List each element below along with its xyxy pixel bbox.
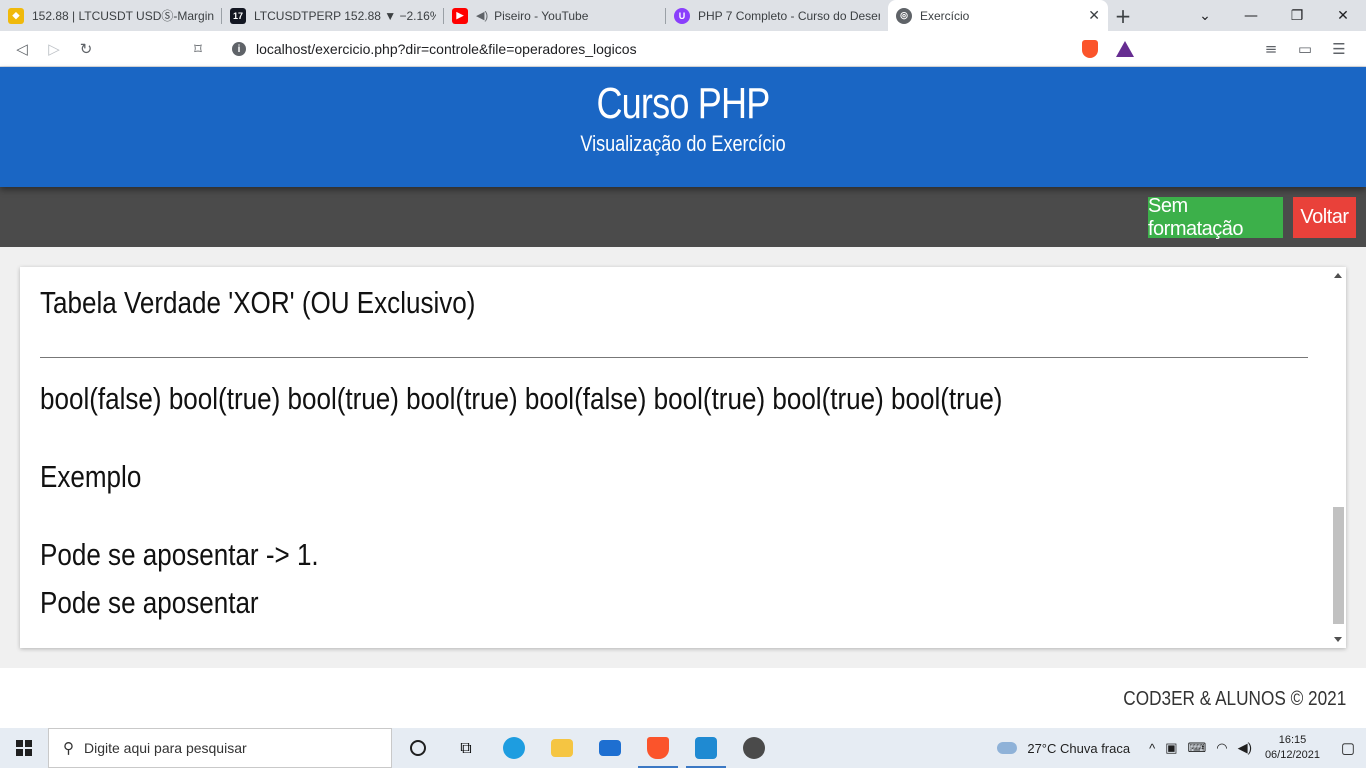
file-explorer-icon[interactable] <box>538 728 586 768</box>
tradingview-icon: 17 <box>230 7 246 24</box>
edge-icon[interactable] <box>490 728 538 768</box>
browser-toolbar: ◁ ▷ ↻ ⌑ i localhost/exercicio.php?dir=co… <box>0 31 1366 67</box>
taskbar-search[interactable]: ⚲ Digite aqui para pesquisar <box>48 728 392 768</box>
system-tray: 27°C Chuva fraca ^ ▣ ⌨ ◠ ◀) 16:15 06/12/… <box>997 728 1366 768</box>
exercise-output-card: Tabela Verdade 'XOR' (OU Exclusivo) bool… <box>20 267 1346 648</box>
scrollbar[interactable] <box>1329 267 1346 648</box>
browser-tab[interactable]: 17 LTCUSDTPERP 152.88 ▼ −2.16% Se <box>222 0 444 31</box>
globe-icon: ◎ <box>896 7 912 24</box>
chevron-up-icon[interactable]: ^ <box>1149 741 1155 756</box>
brave-taskbar-icon[interactable] <box>634 728 682 768</box>
footer-copyright: COD3ER & ALUNOS © 2021 <box>1123 688 1346 710</box>
task-view-icon[interactable]: ⧉ <box>442 728 490 768</box>
wallet-icon[interactable]: ▭ <box>1288 40 1322 58</box>
action-bar: Sem formatação Voltar <box>0 187 1366 247</box>
site-footer: COD3ER & ALUNOS © 2021 <box>0 668 1366 728</box>
search-icon: ⚲ <box>63 740 74 757</box>
tab-search-icon[interactable]: ⌄ <box>1182 8 1228 24</box>
binance-icon: ◆ <box>8 7 24 24</box>
close-window-icon[interactable]: ✕ <box>1320 8 1366 24</box>
example-label: Exemplo <box>40 459 142 494</box>
windows-logo-icon <box>16 740 32 756</box>
browser-tabstrip: ◆ 152.88 | LTCUSDT USDⓈ-Margined 17 LTCU… <box>0 0 1366 31</box>
scroll-up-arrow-icon[interactable] <box>1334 273 1342 278</box>
scroll-down-arrow-icon[interactable] <box>1334 637 1342 642</box>
brave-rewards-icon[interactable] <box>1116 41 1134 57</box>
rain-cloud-icon <box>997 742 1018 754</box>
tab-title: PHP 7 Completo - Curso do Desen <box>698 8 880 23</box>
menu-icon[interactable]: ☰ <box>1322 40 1356 58</box>
minimize-icon[interactable]: — <box>1228 8 1274 24</box>
weather-widget[interactable]: 27°C Chuva fraca <box>997 741 1130 756</box>
notifications-icon[interactable]: ▢ <box>1330 739 1366 757</box>
toolbar-right: ≡ ▭ ☰ <box>1254 31 1356 67</box>
audio-playing-icon[interactable]: ◀) <box>476 9 488 22</box>
meet-now-icon[interactable]: ▣ <box>1165 740 1177 756</box>
clock-time: 16:15 <box>1278 734 1307 746</box>
site-header: Curso PHP Visualização do Exercício <box>0 67 1366 187</box>
divider <box>40 357 1308 358</box>
page-subtitle: Visualização do Exercício <box>580 131 786 156</box>
keyboard-language-icon[interactable]: ⌨ <box>1188 740 1207 756</box>
volume-icon[interactable]: ◀) <box>1238 740 1252 756</box>
main-area: Tabela Verdade 'XOR' (OU Exclusivo) bool… <box>0 247 1366 668</box>
browser-tab[interactable]: U PHP 7 Completo - Curso do Desen <box>666 0 888 31</box>
reload-icon[interactable]: ↻ <box>70 40 102 58</box>
scrollbar-thumb[interactable] <box>1333 507 1344 624</box>
network-icon[interactable]: ◠ <box>1216 740 1227 756</box>
playlist-icon[interactable]: ≡ <box>1254 40 1288 58</box>
url-text[interactable]: localhost/exercicio.php?dir=controle&fil… <box>256 41 1082 57</box>
weather-text: 27°C Chuva fraca <box>1027 740 1131 756</box>
result-line: Pode se aposentar <box>40 585 259 620</box>
back-icon[interactable]: ◁ <box>6 40 38 58</box>
browser-tab[interactable]: ◆ 152.88 | LTCUSDT USDⓈ-Margined <box>0 0 222 31</box>
windows-taskbar: ⚲ Digite aqui para pesquisar ⧉ 27°C Chuv… <box>0 728 1366 768</box>
browser-tab-active[interactable]: ◎ Exercício ✕ <box>888 0 1108 31</box>
close-tab-icon[interactable]: ✕ <box>1088 7 1100 24</box>
taskbar-clock[interactable]: 16:15 06/12/2021 <box>1265 733 1320 763</box>
address-bar[interactable]: i localhost/exercicio.php?dir=controle&f… <box>220 35 1144 63</box>
output-line: bool(false) bool(true) bool(true) bool(t… <box>40 381 1003 416</box>
cortana-icon[interactable] <box>394 728 442 768</box>
exercise-heading: Tabela Verdade 'XOR' (OU Exclusivo) <box>40 285 476 320</box>
back-button[interactable]: Voltar <box>1293 197 1356 238</box>
github-desktop-icon[interactable] <box>730 728 778 768</box>
brave-shields-icon[interactable] <box>1082 40 1098 58</box>
vscode-icon[interactable] <box>682 728 730 768</box>
mail-icon[interactable] <box>586 728 634 768</box>
tab-title: Piseiro - YouTube <box>494 8 589 23</box>
forward-icon[interactable]: ▷ <box>38 40 70 58</box>
bookmark-icon[interactable]: ⌑ <box>182 40 214 58</box>
udemy-icon: U <box>674 7 690 24</box>
browser-tab[interactable]: ▶ ◀) Piseiro - YouTube <box>444 0 666 31</box>
window-controls: ⌄ — ❐ ✕ <box>1182 0 1366 31</box>
clock-date: 06/12/2021 <box>1264 749 1320 761</box>
tab-title: 152.88 | LTCUSDT USDⓈ-Margined <box>32 9 214 23</box>
result-line: Pode se aposentar -> 1. <box>40 537 319 572</box>
site-info-icon[interactable]: i <box>232 42 246 56</box>
unformatted-button[interactable]: Sem formatação <box>1148 195 1283 240</box>
restore-icon[interactable]: ❐ <box>1274 8 1320 24</box>
search-placeholder: Digite aqui para pesquisar <box>84 740 247 756</box>
tab-title: LTCUSDTPERP 152.88 ▼ −2.16% Se <box>254 8 436 23</box>
start-button[interactable] <box>0 728 48 768</box>
new-tab-icon[interactable]: + <box>1108 0 1138 31</box>
page-title: Curso PHP <box>596 79 770 128</box>
youtube-icon: ▶ <box>452 7 468 24</box>
tab-title: Exercício <box>920 8 970 23</box>
